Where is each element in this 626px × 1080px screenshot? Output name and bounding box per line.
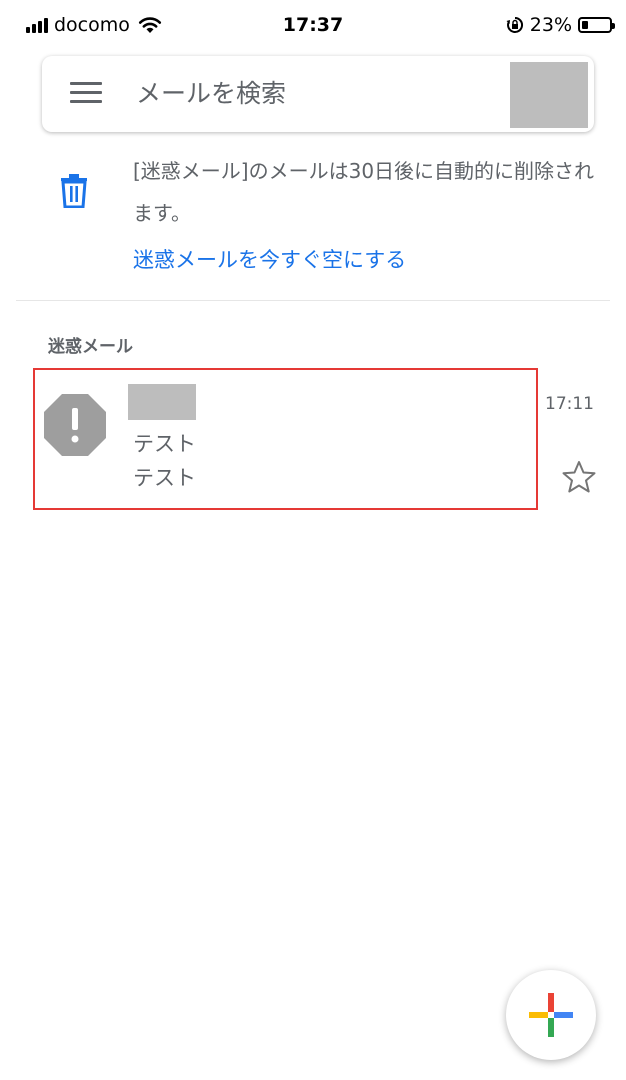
- search-input[interactable]: メールを検索: [132, 74, 496, 114]
- compose-plus-icon: [529, 993, 573, 1037]
- mail-snippet: テスト: [133, 466, 196, 490]
- account-avatar[interactable]: [510, 62, 588, 128]
- auto-delete-notice: [迷惑メール]のメールは30日後に自動的に削除されます。: [133, 159, 595, 225]
- spam-octagon-icon: [44, 394, 106, 456]
- battery-icon: [578, 17, 615, 33]
- hamburger-menu-icon[interactable]: [70, 82, 102, 106]
- status-bar-right: 23%: [506, 14, 615, 36]
- mail-time: 17:11: [545, 394, 594, 414]
- star-outline-icon[interactable]: [562, 460, 596, 494]
- divider: [16, 300, 610, 301]
- search-bar[interactable]: メールを検索: [42, 56, 594, 132]
- sender-redacted: [128, 384, 196, 420]
- highlight-box: [33, 368, 538, 510]
- status-bar: docomo 17:37 23%: [0, 0, 626, 52]
- mail-list-item[interactable]: テスト テスト 17:11: [0, 366, 626, 514]
- section-label: 迷惑メール: [48, 337, 133, 357]
- rotation-lock-icon: [506, 16, 523, 33]
- mail-subject: テスト: [133, 432, 196, 456]
- compose-button[interactable]: [506, 970, 596, 1060]
- battery-percent: 23%: [529, 14, 572, 36]
- empty-spam-now-link[interactable]: 迷惑メールを今すぐ空にする: [133, 244, 406, 274]
- trash-icon: [61, 174, 87, 208]
- battery-fill: [582, 21, 588, 29]
